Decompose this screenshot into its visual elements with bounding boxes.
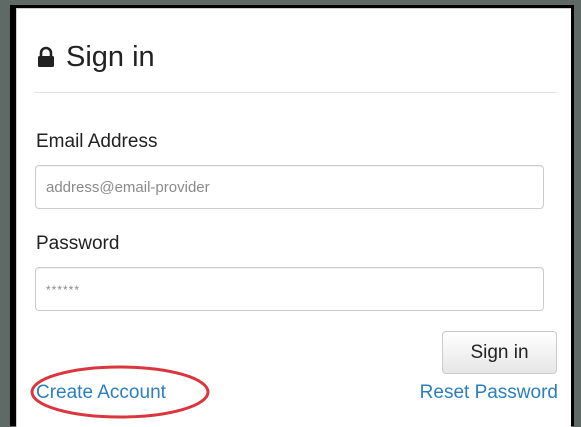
- email-input[interactable]: [35, 165, 544, 209]
- create-account-link[interactable]: Create Account: [36, 382, 166, 404]
- password-input[interactable]: [35, 267, 544, 311]
- reset-password-link[interactable]: Reset Password: [420, 382, 558, 404]
- page-title-text: Sign in: [66, 41, 155, 73]
- password-label: Password: [36, 233, 120, 254]
- lock-icon: [38, 46, 54, 67]
- sign-in-panel: Sign in Email Address Password Sign in C…: [16, 8, 571, 427]
- email-label: Email Address: [36, 131, 158, 152]
- sign-in-button[interactable]: Sign in: [442, 331, 557, 374]
- page-title: Sign in: [34, 42, 155, 72]
- header-divider: [34, 92, 557, 93]
